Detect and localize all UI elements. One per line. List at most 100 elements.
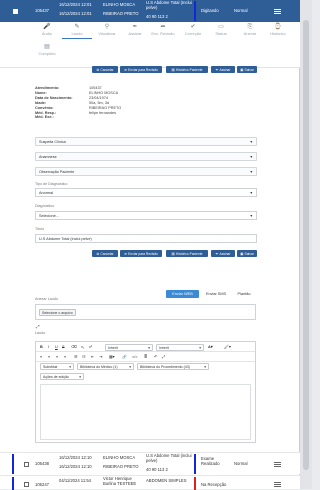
save-button[interactable]: ▣ Salvar <box>237 250 257 257</box>
row-checkbox[interactable] <box>24 462 29 467</box>
send-icon: ➦ <box>124 251 128 256</box>
align-center-icon[interactable]: ≡ <box>48 354 50 360</box>
cancel-button[interactable]: ⊗ Cancelar <box>92 250 118 257</box>
table-row[interactable]: 105247 04/11/2024 11:54 Victor Henrique … <box>0 475 300 490</box>
underline-button[interactable]: U <box>55 344 58 350</box>
send-review-button[interactable]: ➦ Enviar para Revisão <box>120 66 162 73</box>
scrollbar-thumb[interactable] <box>303 20 309 470</box>
fullscreen-icon[interactable]: ⤢ <box>162 354 165 360</box>
patient-history-button[interactable]: ▤ Histórico Paciente <box>166 250 208 257</box>
outdent-icon[interactable]: ⇤ <box>91 354 94 360</box>
table-row[interactable]: 105438 16/12/2024 12:10 16/12/2024 12:10… <box>0 452 300 474</box>
titulo-input[interactable]: U.S Abdome Total (inclui pelve) <box>35 234 257 243</box>
editor-content-area[interactable] <box>40 384 251 440</box>
align-right-icon[interactable]: ≡ <box>56 354 58 360</box>
biblioteca-procedimento-dropdown[interactable]: Biblioteca do Procedimento (43) ▾ <box>137 363 209 370</box>
font-size-dropdown[interactable]: Inherit ▾ <box>156 343 204 351</box>
highlight-button[interactable]: 🖌▾ <box>224 344 231 350</box>
diagnostico-select[interactable]: Selecione... ▼ <box>35 211 257 220</box>
tipo-diagnostico-select[interactable]: Anormal ▼ <box>35 188 257 197</box>
text-color-button[interactable]: A▾ <box>208 344 213 350</box>
tool-visualizar[interactable]: ⚲ Visualizar <box>92 24 122 36</box>
code-icon[interactable]: </> <box>132 354 138 360</box>
numbered-list-icon[interactable]: ☷ <box>82 354 85 360</box>
status-icon: ▭ <box>218 24 224 30</box>
row-menu-icon[interactable] <box>274 462 281 467</box>
search-icon: ⚲ <box>104 24 110 30</box>
titulo-label: Título <box>35 227 45 231</box>
tool-status[interactable]: ▭ Status <box>206 24 236 36</box>
tab-enviar-sms[interactable]: Enviar SMS <box>201 290 231 298</box>
biblioteca-medico-dropdown[interactable]: Biblioteca do Médico (1) ▾ <box>77 363 134 370</box>
send-review-button[interactable]: ➦ Enviar para Revisão <box>120 250 162 257</box>
scrollbar[interactable] <box>300 0 312 489</box>
sign-button[interactable]: ✒ Assinar <box>211 66 235 73</box>
link-icon[interactable]: 🔗 <box>122 354 127 360</box>
subscript-button[interactable]: x₂ <box>81 344 84 350</box>
tool-completo[interactable]: ▤ Completo <box>32 44 62 56</box>
cancel-button[interactable]: ⊗ Cancelar <box>92 66 118 73</box>
row-exam: U.S Abdome Total (inclui pelve) <box>146 453 192 463</box>
italic-button[interactable]: I <box>48 344 49 350</box>
row-exam: U.S Abdome Total (Inclui pelve) <box>146 0 192 10</box>
row-date: 16/12/2024 12:10 <box>59 455 92 460</box>
save-icon: ▣ <box>240 67 244 72</box>
undo-icon[interactable]: ↶ <box>154 354 157 360</box>
row-menu-icon[interactable] <box>274 9 281 14</box>
exam-toolbar: 🎤 Áudio ✎ Laudo ⚲ Visualizar ✒ Assinar ➦ Env.… <box>0 22 300 68</box>
tipo-diagnostico-label: Tipo de Diagnóstico <box>35 182 68 186</box>
chevron-down-icon: ▼ <box>249 170 253 174</box>
chevron-down-icon: ▼ <box>249 140 253 144</box>
superscript-button[interactable]: x² <box>89 344 92 350</box>
select-file-button[interactable]: Selecione o arquivo <box>39 309 76 316</box>
bold-button[interactable]: B <box>40 344 43 350</box>
panel-suspeita-clinica[interactable]: Suspeita Clínica ▼ <box>35 137 257 146</box>
indent-icon[interactable]: ⇥ <box>99 354 102 360</box>
font-family-dropdown[interactable]: Inherit ▾ <box>105 343 153 351</box>
sign-button[interactable]: ✒ Assinar <box>211 250 235 257</box>
save-button[interactable]: ▣ Salvar <box>237 66 257 73</box>
align-left-icon[interactable]: ≡ <box>40 354 42 360</box>
panel-anamnese[interactable]: Anamnese ▼ <box>35 152 257 161</box>
tool-audio[interactable]: 🎤 Áudio <box>32 24 62 36</box>
tool-laudo[interactable]: ✎ Laudo <box>62 24 92 39</box>
report-editor: B I U S ⌫ x₂ x² Inherit ▾ Inherit ▾ A▾ 🖌▾ … <box>35 341 256 443</box>
row-priority: Normal <box>234 8 248 13</box>
row-exam: ABDOMEN SIMPLES <box>146 478 187 483</box>
strikethrough-button[interactable]: S <box>62 344 65 350</box>
clear-format-button[interactable]: ⌫ <box>71 344 76 350</box>
patient-history-button[interactable]: ▤ Histórico Paciente <box>166 66 208 73</box>
row-menu-icon[interactable] <box>274 482 281 487</box>
tool-anexar[interactable]: ⎘ Anexar <box>235 24 265 36</box>
pen-icon: ✒ <box>215 67 219 72</box>
tool-historico[interactable]: ⌚ Histórico <box>263 24 293 36</box>
horizontal-rule-icon[interactable]: ≣ <box>144 354 147 360</box>
chevron-down-icon: ▾ <box>79 375 81 379</box>
tool-env-revisao[interactable]: ➦ Env. Revisão <box>148 24 178 36</box>
save-icon: ▣ <box>240 251 244 256</box>
panel-observacao[interactable]: Observação Paciente ▼ <box>35 167 257 176</box>
chevron-down-icon: ▼ <box>249 155 253 159</box>
attach-icon: ⎘ <box>247 24 253 30</box>
tool-correcao[interactable]: ✔ Correção <box>178 24 208 36</box>
bullet-list-icon[interactable]: ☰ <box>74 354 77 360</box>
row-id: 105247 <box>35 482 49 487</box>
table-icon[interactable]: ▦▾ <box>109 354 115 360</box>
history-icon: ⌚ <box>274 24 282 30</box>
align-justify-icon[interactable]: ≡ <box>64 354 66 360</box>
acoes-edicao-dropdown[interactable]: Ações de edição ▾ <box>40 373 84 380</box>
expand-icon[interactable]: ⤢ <box>36 324 40 329</box>
tab-enviar-web[interactable]: Enviar WEB <box>166 290 199 298</box>
tab-plantao[interactable]: Plantão <box>232 290 256 298</box>
row-date: 16/12/2024 12:10 <box>59 464 92 469</box>
row-checkbox[interactable] <box>24 482 29 487</box>
tool-assinar[interactable]: ✒ Assinar <box>120 24 150 36</box>
row-patient: Victor Henrique Burlina TESTEEE <box>103 476 137 486</box>
history-icon: ▤ <box>171 67 175 72</box>
selected-exam-row[interactable]: 105437 16/12/2024 12:01 16/12/2024 12:01… <box>0 0 300 22</box>
row-checkbox[interactable] <box>13 8 18 14</box>
audio-icon: 🎤 <box>43 24 51 30</box>
chevron-down-icon: ▾ <box>69 365 71 369</box>
substituir-dropdown[interactable]: Substituir ▾ <box>40 363 74 370</box>
editor-toolbar-1: B I U S ⌫ x₂ x² Inherit ▾ Inherit ▾ A▾ 🖌▾ <box>36 342 255 352</box>
